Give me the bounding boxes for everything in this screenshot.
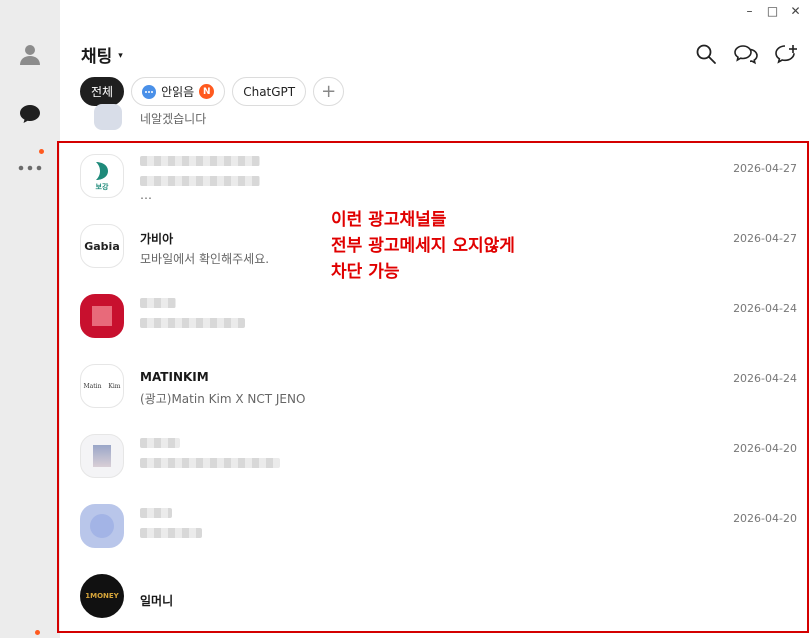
chats-nav-button[interactable] xyxy=(12,96,48,132)
chat-preview: 모바일에서 확인해주세요. xyxy=(140,252,270,266)
person-icon xyxy=(20,45,40,65)
new-chat-icon xyxy=(775,45,797,64)
chat-date: 2026-04-20 xyxy=(733,442,797,455)
blurred-preview xyxy=(140,528,202,538)
chat-name: MATINKIM xyxy=(140,370,209,384)
chip-label: 안읽음 xyxy=(161,85,195,99)
more-dots-icon xyxy=(18,165,42,171)
hospital-logo-icon xyxy=(96,162,108,180)
annotation-text: 이런 광고채널들 전부 광고메세지 오지않게 차단 가능 xyxy=(331,207,515,285)
blurred-avatar-image xyxy=(93,445,111,467)
blurred-name xyxy=(140,438,180,448)
blurred-name xyxy=(140,508,172,518)
chat-date: 2026-04-24 xyxy=(733,372,797,385)
search-button[interactable] xyxy=(693,42,719,66)
plus-icon: + xyxy=(321,81,337,102)
avatar xyxy=(80,504,124,548)
chevron-down-icon: ▾ xyxy=(118,50,123,61)
window-controls: – □ ✕ xyxy=(738,2,807,20)
avatar xyxy=(80,434,124,478)
annotation-line: 전부 광고메세지 오지않게 xyxy=(331,236,515,256)
avatar-label: 1MONEY xyxy=(85,592,119,600)
maximize-button[interactable]: □ xyxy=(761,2,784,20)
close-button[interactable]: ✕ xyxy=(784,2,807,20)
chat-row[interactable]: 보강 … 2026-04-27 xyxy=(66,146,801,216)
chat-row[interactable]: 2026-04-24 xyxy=(66,286,801,356)
chip-unread[interactable]: 안읽음 N xyxy=(131,77,226,106)
chat-name: 가비아 xyxy=(140,232,174,246)
blurred-preview xyxy=(140,458,280,468)
chat-row[interactable]: Matin Kim MATINKIM (광고)Matin Kim X NCT J… xyxy=(66,356,801,426)
avatar: Gabia xyxy=(80,224,124,268)
avatar-label: 보강 xyxy=(95,183,109,191)
chip-label: 전체 xyxy=(91,85,114,99)
avatar: 1MONEY xyxy=(80,574,124,618)
chat-filter-dropdown[interactable]: 채팅 ▾ xyxy=(81,42,123,67)
chat-bubble-icon xyxy=(142,84,157,99)
avatar: Matin Kim xyxy=(80,364,124,408)
chat-preview: … xyxy=(140,188,152,202)
new-chat-button[interactable] xyxy=(773,42,799,66)
avatar-label: Matin Kim xyxy=(83,382,121,390)
avatar xyxy=(80,294,124,338)
annotation-line: 차단 가능 xyxy=(331,262,400,282)
chat-preview: (광고)Matin Kim X NCT JENO xyxy=(140,392,306,406)
chat-bubble-icon xyxy=(20,105,40,123)
add-chip-button[interactable]: + xyxy=(313,77,345,106)
open-chat-icon xyxy=(734,45,758,65)
chat-date: 2026-04-24 xyxy=(733,302,797,315)
chat-preview: 네알겠습니다 xyxy=(140,112,207,126)
chat-date: 2026-04-27 xyxy=(733,232,797,245)
blurred-preview xyxy=(140,176,260,186)
chip-chatgpt[interactable]: ChatGPT xyxy=(232,77,307,106)
blurred-avatar-image xyxy=(90,514,114,538)
chip-all[interactable]: 전체 xyxy=(80,77,125,106)
chat-row[interactable]: 2026-04-20 xyxy=(66,496,801,566)
new-dot-indicator xyxy=(39,149,44,154)
left-rail xyxy=(0,0,60,638)
chat-date: 2026-04-27 xyxy=(733,162,797,175)
chat-row[interactable]: 2026-04-20 xyxy=(66,426,801,496)
blurred-name xyxy=(140,298,176,308)
page-title: 채팅 xyxy=(81,47,113,67)
search-icon xyxy=(696,44,716,64)
friends-nav-button[interactable] xyxy=(12,36,48,72)
blurred-name xyxy=(140,156,260,166)
blurred-preview xyxy=(140,318,245,328)
minimize-button[interactable]: – xyxy=(738,2,761,20)
open-chat-button[interactable] xyxy=(733,42,759,66)
chat-date: 2026-04-20 xyxy=(733,512,797,525)
filter-chips: 전체 안읽음 N ChatGPT + xyxy=(80,77,345,106)
annotation-line: 이런 광고채널들 xyxy=(331,210,447,230)
blurred-avatar-image xyxy=(92,306,112,326)
new-dot-indicator xyxy=(35,630,40,635)
avatar-label: Gabia xyxy=(84,239,120,253)
new-badge: N xyxy=(199,84,215,99)
chip-label: ChatGPT xyxy=(243,84,296,99)
avatar: 보강 xyxy=(80,154,124,198)
more-nav-button[interactable] xyxy=(12,150,48,186)
avatar xyxy=(94,104,122,130)
chat-row[interactable]: 1MONEY 일머니 xyxy=(66,566,801,636)
header-actions xyxy=(693,42,799,66)
chat-row-partial[interactable]: 네알겠습니다 xyxy=(80,104,800,134)
chat-name: 일머니 xyxy=(140,594,174,608)
